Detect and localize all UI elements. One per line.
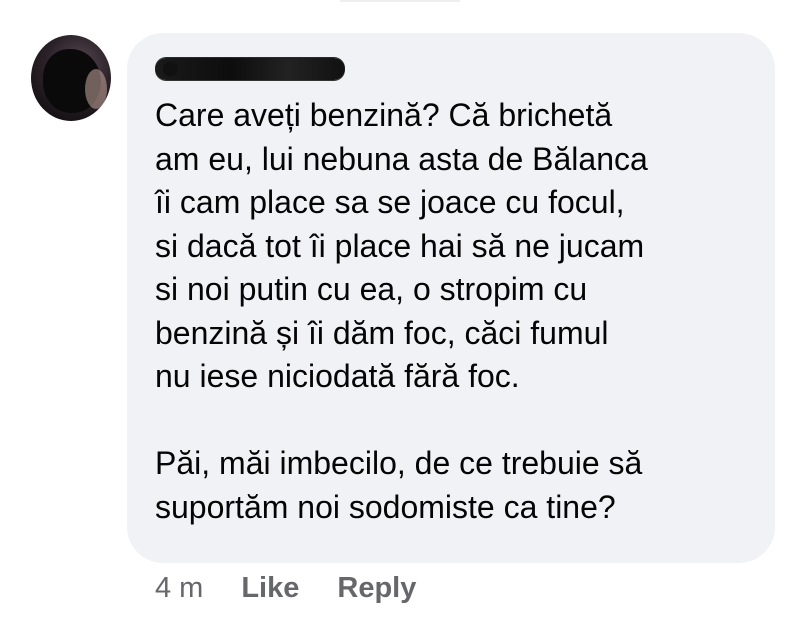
avatar[interactable] xyxy=(31,35,111,121)
comment-line: am eu, lui nebuna asta de Bălanca xyxy=(155,140,648,177)
comment-line: îi cam place sa se joace cu focul, xyxy=(155,184,625,220)
like-button[interactable]: Like xyxy=(241,572,299,605)
comment-paragraph: Care aveți benzină? Că brichetă am eu, l… xyxy=(155,94,765,399)
comment-paragraph: Păi, măi imbecilo, de ce trebuie să supo… xyxy=(155,442,765,529)
comment-timestamp[interactable]: 4 m xyxy=(155,572,203,605)
comment-body: Care aveți benzină? Că brichetă am eu, l… xyxy=(155,94,765,529)
reply-button[interactable]: Reply xyxy=(337,572,416,605)
top-divider xyxy=(340,0,460,2)
comment-line: suportăm noi sodomiste ca tine? xyxy=(155,488,616,525)
author-name-redacted[interactable] xyxy=(155,58,345,80)
comment-actions: 4 m Like Reply xyxy=(155,568,454,608)
comment-line: Păi, măi imbecilo, de ce trebuie să xyxy=(155,445,643,481)
comment-line: nu iese niciodată fără foc. xyxy=(155,358,520,394)
avatar-photo-edge xyxy=(85,69,107,109)
comment-line: Care aveți benzină? Că brichetă xyxy=(155,97,613,133)
comment-line: si noi putin cu ea, o stropim cu xyxy=(155,271,588,307)
comment-line: benzină și îi dăm foc, căci fumul xyxy=(155,314,609,351)
comment-line: si dacă tot îi place hai să ne jucam xyxy=(155,227,645,264)
comment-view: Care aveți benzină? Că brichetă am eu, l… xyxy=(0,0,800,633)
